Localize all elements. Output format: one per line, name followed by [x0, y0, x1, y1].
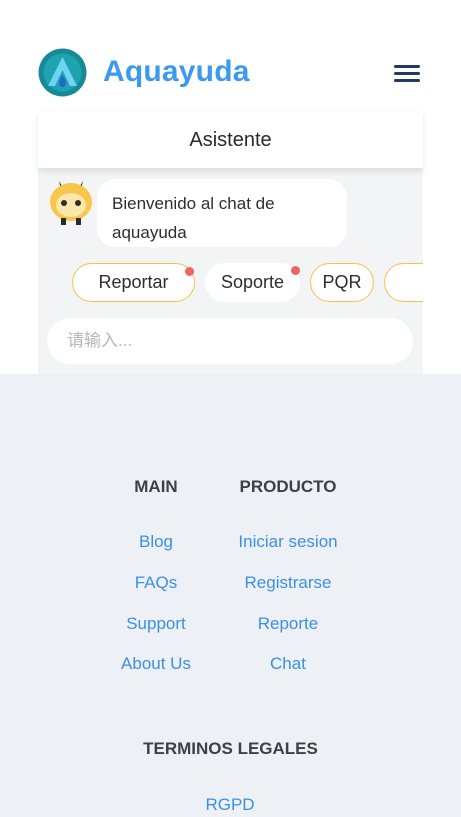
chat-input[interactable]: [47, 318, 413, 364]
chip-label: Soporte: [220, 272, 285, 292]
footer-producto-title: PRODUCTO: [239, 477, 337, 496]
footer-link-registrarse[interactable]: Registrarse: [213, 573, 363, 593]
footer-link-about-us[interactable]: About Us: [96, 654, 216, 674]
footer-link-iniciar-sesion[interactable]: Iniciar sesion: [213, 532, 363, 552]
footer-legal-title: TERMINOS LEGALES: [143, 739, 318, 758]
quick-replies: Reportar Soporte PQR: [72, 263, 423, 303]
chip-soporte[interactable]: Soporte: [205, 263, 300, 302]
notification-dot: [291, 266, 300, 275]
chip-label: Reportar: [98, 272, 169, 292]
chat-widget: Asistente Bienvenido al chat de aquayuda…: [38, 112, 423, 374]
footer-main-title: MAIN: [134, 477, 178, 496]
chip-more[interactable]: [384, 263, 423, 302]
notification-dot: [185, 267, 194, 276]
footer-link-faqs[interactable]: FAQs: [96, 573, 216, 593]
hamburger-menu-icon[interactable]: [392, 60, 422, 88]
welcome-message: Bienvenido al chat de aquayuda: [97, 179, 347, 247]
chip-label: PQR: [322, 272, 362, 292]
chat-title: Asistente: [38, 112, 423, 168]
footer-link-reporte[interactable]: Reporte: [213, 614, 363, 634]
footer-link-support[interactable]: Support: [96, 614, 216, 634]
bot-avatar-icon: [50, 181, 92, 225]
footer-link-rgpd[interactable]: RGPD: [170, 795, 290, 815]
aquayuda-logo-icon[interactable]: [38, 48, 87, 97]
site-footer: MAIN PRODUCTO Blog FAQs Support About Us…: [0, 374, 461, 817]
chip-reportar[interactable]: Reportar: [72, 263, 195, 302]
chip-pqr[interactable]: PQR: [310, 263, 374, 302]
menu-bar: [394, 72, 420, 75]
footer-link-blog[interactable]: Blog: [96, 532, 216, 552]
brand-name[interactable]: Aquayuda: [103, 52, 250, 92]
site-header: Aquayuda: [0, 0, 461, 115]
menu-bar: [394, 79, 420, 82]
menu-bar: [394, 65, 420, 68]
footer-link-chat[interactable]: Chat: [213, 654, 363, 674]
